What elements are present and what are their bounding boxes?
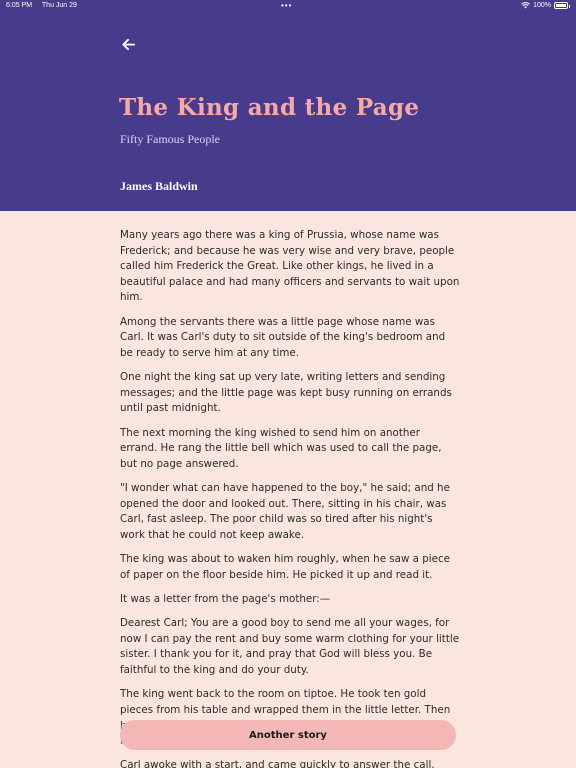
multitasking-dots[interactable]: •••	[281, 1, 292, 10]
story-paragraph: Carl awoke with a start, and came quickl…	[120, 759, 435, 768]
status-time: 6:05 PM	[6, 2, 33, 9]
story-paragraph: The next morning the king wished to send…	[120, 426, 442, 470]
story-paragraph: One night the king sat up very late, wri…	[120, 371, 452, 415]
story-paragraph: "I wonder what can have happened to the …	[120, 482, 450, 541]
story-paragraph: It was a letter from the page's mother:—	[120, 593, 331, 605]
story-header: The King and the Page Fifty Famous Peopl…	[0, 12, 576, 211]
status-date: Thu Jun 29	[41, 2, 77, 9]
status-bar: 6:05 PM Thu Jun 29 ••• 100%	[0, 0, 576, 12]
story-paragraph: The king was about to waken him roughly,…	[120, 553, 450, 581]
story-paragraph: Dearest Carl; You are a good boy to send…	[120, 617, 460, 677]
story-paragraph: Among the servants there was a little pa…	[120, 315, 446, 359]
book-subtitle: Fifty Famous People	[120, 132, 221, 146]
another-story-button[interactable]: Another story	[120, 720, 456, 750]
wifi-icon	[521, 2, 530, 9]
story-text: Many years ago there was a king of Pruss…	[120, 228, 460, 768]
story-title: The King and the Page	[119, 94, 420, 121]
status-right: 100%	[521, 2, 570, 9]
arrow-left-icon	[121, 38, 135, 50]
author-name: James Baldwin	[120, 179, 198, 193]
battery-percent: 100%	[533, 2, 551, 9]
status-left: 6:05 PM Thu Jun 29	[6, 2, 85, 9]
back-button[interactable]	[116, 32, 140, 56]
battery-icon	[554, 2, 570, 9]
story-paragraph: Many years ago there was a king of Pruss…	[120, 229, 460, 304]
